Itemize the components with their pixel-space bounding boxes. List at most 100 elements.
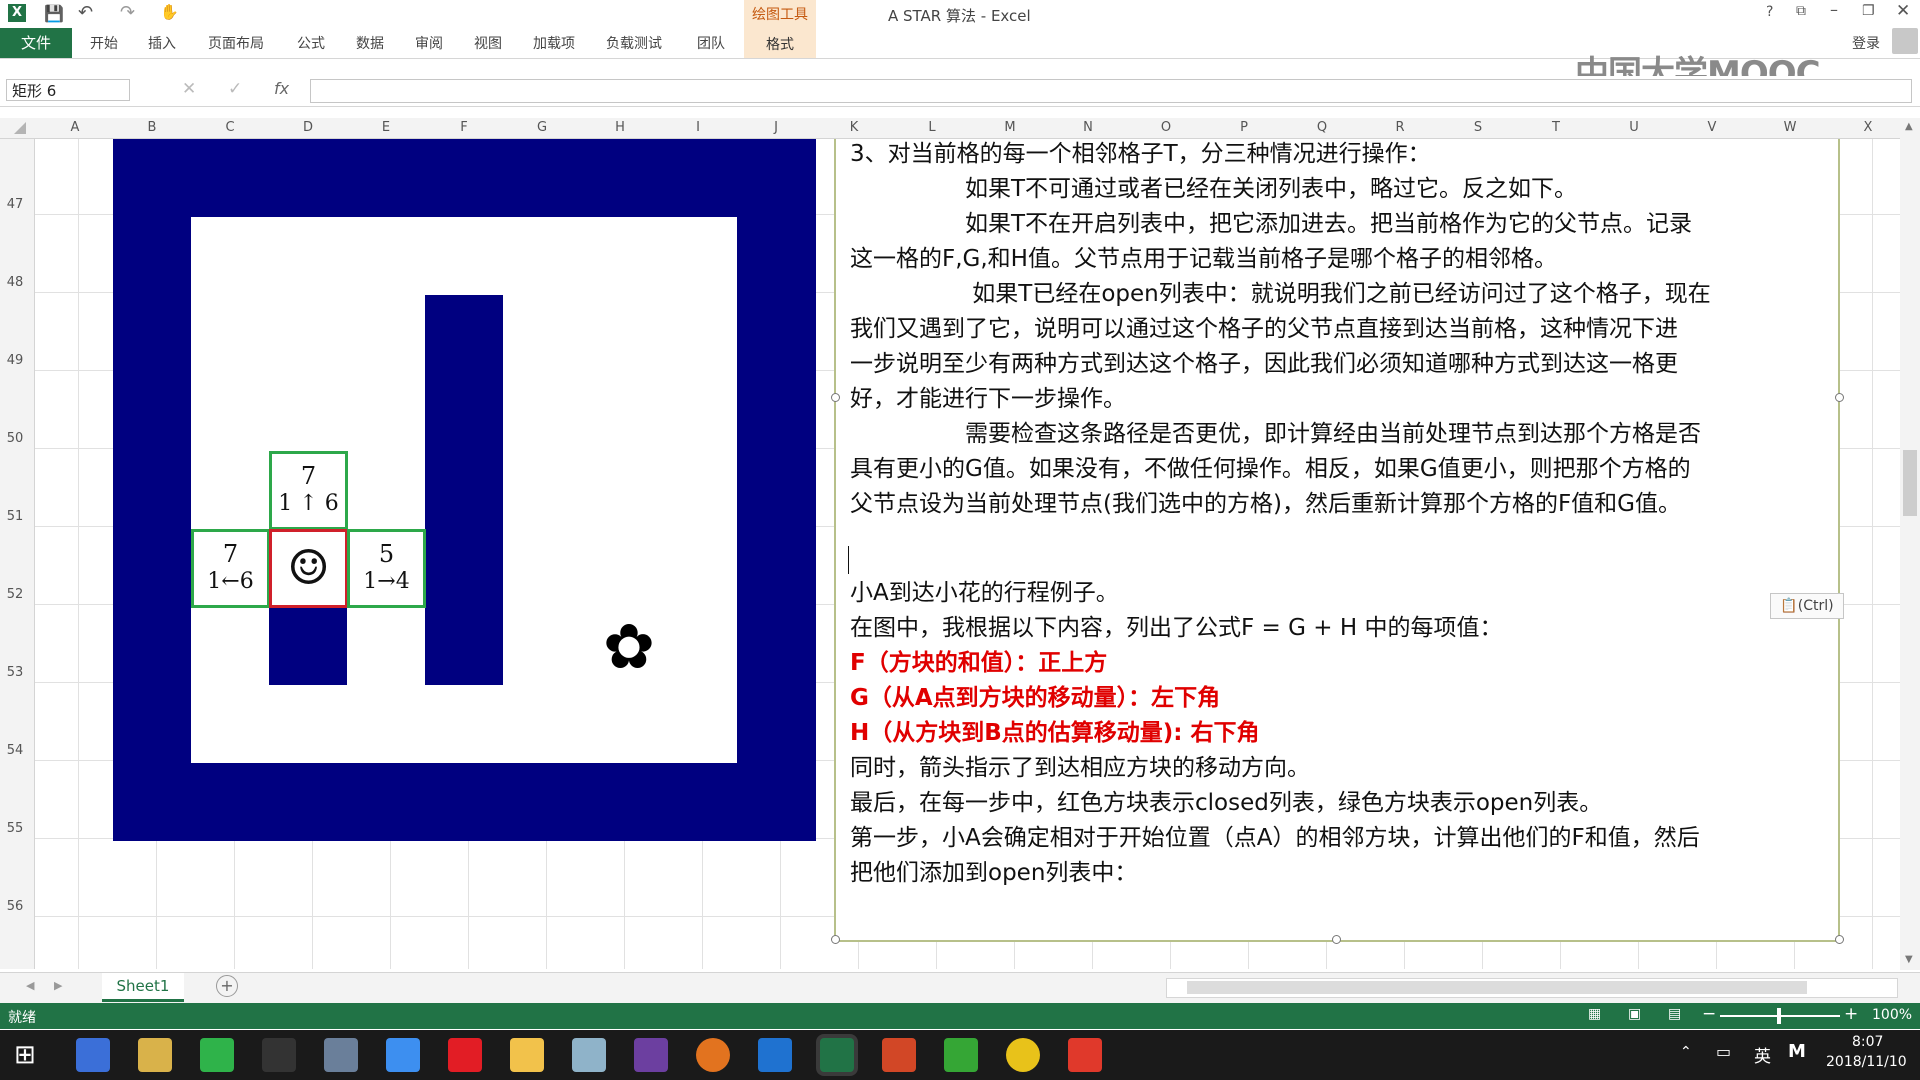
add-sheet-icon[interactable]: + — [216, 975, 238, 997]
row-header-49[interactable]: 49 — [0, 353, 30, 368]
app-icon-red[interactable] — [1068, 1038, 1102, 1072]
formula-input[interactable] — [310, 79, 1912, 103]
select-all-corner[interactable] — [14, 122, 26, 134]
page-break-view-icon[interactable]: ▤ — [1668, 1006, 1681, 1022]
cancel-icon[interactable]: ✕ — [182, 79, 196, 99]
column-header-n[interactable]: N — [1049, 120, 1127, 135]
tab-data[interactable]: 数据 — [356, 33, 384, 53]
tab-page-layout[interactable]: 页面布局 — [208, 33, 264, 53]
column-header-f[interactable]: F — [425, 120, 503, 135]
column-header-b[interactable]: B — [113, 120, 191, 135]
row-header-52[interactable]: 52 — [0, 587, 30, 602]
user-avatar-icon[interactable] — [1892, 28, 1918, 54]
column-header-o[interactable]: O — [1127, 120, 1205, 135]
close-icon[interactable]: ✕ — [1896, 1, 1910, 21]
column-header-h[interactable]: H — [581, 120, 659, 135]
column-header-m[interactable]: M — [971, 120, 1049, 135]
zoom-in-icon[interactable]: + — [1844, 1004, 1858, 1024]
file-explorer-icon[interactable] — [510, 1038, 544, 1072]
qq-icon[interactable] — [262, 1038, 296, 1072]
wechat-icon[interactable] — [200, 1038, 234, 1072]
column-header-e[interactable]: E — [347, 120, 425, 135]
paste-options-button[interactable]: 📋(Ctrl) — [1770, 593, 1844, 619]
login-link[interactable]: 登录 — [1852, 33, 1880, 53]
open-cell-top[interactable]: 7 1 ↑ 6 — [269, 451, 348, 530]
page-layout-view-icon[interactable]: ▣ — [1628, 1006, 1641, 1022]
clock-date[interactable]: 2018/11/10 — [1826, 1054, 1907, 1070]
column-header-j[interactable]: J — [737, 120, 815, 135]
notification-icon[interactable]: ▭ — [1716, 1042, 1731, 1061]
normal-view-icon[interactable]: ▦ — [1588, 1006, 1601, 1022]
insert-function-icon[interactable]: fx — [274, 79, 289, 98]
ime-mode-icon[interactable]: M — [1788, 1041, 1806, 1062]
vertical-scroll-thumb[interactable] — [1903, 450, 1917, 516]
tab-insert[interactable]: 插入 — [148, 33, 176, 53]
enter-icon[interactable]: ✓ — [228, 79, 242, 99]
ribbon-display-icon[interactable]: ⧉ — [1796, 3, 1806, 19]
tab-team[interactable]: 团队 — [697, 33, 725, 53]
redo-icon[interactable]: ↷ — [120, 2, 135, 23]
column-header-q[interactable]: Q — [1283, 120, 1361, 135]
touch-mode-icon[interactable]: ✋ — [160, 3, 179, 21]
help-icon[interactable]: ? — [1766, 4, 1773, 20]
column-header-x[interactable]: X — [1829, 120, 1907, 135]
camtasia-icon[interactable] — [944, 1038, 978, 1072]
column-header-d[interactable]: D — [269, 120, 347, 135]
column-header-k[interactable]: K — [815, 120, 893, 135]
ime-indicator[interactable]: 英 — [1754, 1042, 1771, 1067]
horizontal-scrollbar[interactable] — [1166, 978, 1898, 998]
resize-handle[interactable] — [1835, 393, 1844, 402]
column-header-r[interactable]: R — [1361, 120, 1439, 135]
row-header-54[interactable]: 54 — [0, 743, 30, 758]
row-header-48[interactable]: 48 — [0, 275, 30, 290]
tab-load-test[interactable]: 负载测试 — [606, 33, 662, 53]
resize-handle[interactable] — [831, 393, 840, 402]
resize-handle[interactable] — [831, 935, 840, 944]
resize-handle[interactable] — [1332, 935, 1341, 944]
firefox-icon[interactable] — [696, 1038, 730, 1072]
scroll-down-icon[interactable]: ▼ — [1905, 954, 1913, 965]
open-cell-left[interactable]: 7 1←6 — [191, 529, 270, 608]
row-header-53[interactable]: 53 — [0, 665, 30, 680]
app-icon-blue[interactable] — [386, 1038, 420, 1072]
visual-studio-icon[interactable] — [634, 1038, 668, 1072]
app-icon-tool[interactable] — [138, 1038, 172, 1072]
resize-handle[interactable] — [1835, 935, 1844, 944]
column-header-c[interactable]: C — [191, 120, 269, 135]
minimize-icon[interactable]: – — [1830, 0, 1838, 19]
tab-format[interactable]: 格式 — [744, 34, 816, 54]
tab-view[interactable]: 视图 — [474, 33, 502, 53]
row-header-47[interactable]: 47 — [0, 197, 30, 212]
row-header-51[interactable]: 51 — [0, 509, 30, 524]
zoom-out-icon[interactable]: − — [1702, 1004, 1716, 1024]
next-sheet-icon[interactable]: ▶ — [54, 979, 62, 992]
zoom-level[interactable]: 100% — [1872, 1007, 1912, 1023]
app-icon-files[interactable] — [324, 1038, 358, 1072]
undo-icon[interactable]: ↶ — [78, 2, 93, 23]
tray-chevron-icon[interactable]: ⌃ — [1680, 1044, 1692, 1060]
horizontal-scroll-thumb[interactable] — [1187, 981, 1807, 994]
powerpoint-icon[interactable] — [882, 1038, 916, 1072]
restore-icon[interactable]: ❐ — [1862, 3, 1875, 19]
column-header-u[interactable]: U — [1595, 120, 1673, 135]
windows-start-icon[interactable]: ⊞ — [14, 1040, 36, 1070]
row-header-50[interactable]: 50 — [0, 431, 30, 446]
excel-taskbar-icon[interactable] — [820, 1038, 854, 1072]
tab-formulas[interactable]: 公式 — [297, 33, 325, 53]
row-header-56[interactable]: 56 — [0, 899, 30, 914]
column-header-w[interactable]: W — [1751, 120, 1829, 135]
tab-file[interactable]: 文件 — [0, 28, 72, 58]
column-header-i[interactable]: I — [659, 120, 737, 135]
clock-time[interactable]: 8:07 — [1852, 1034, 1883, 1050]
edge-icon[interactable] — [758, 1038, 792, 1072]
name-box[interactable]: 矩形 6 — [6, 79, 130, 101]
youdao-icon[interactable] — [448, 1038, 482, 1072]
app-icon-stack[interactable] — [572, 1038, 606, 1072]
zoom-slider[interactable] — [1720, 1008, 1840, 1024]
sheet-tab-sheet1[interactable]: Sheet1 — [102, 973, 184, 1002]
column-header-a[interactable]: A — [36, 120, 114, 135]
tab-addins[interactable]: 加载项 — [533, 33, 575, 53]
app-icon-plus[interactable] — [1006, 1038, 1040, 1072]
open-cell-right[interactable]: 5 1→4 — [347, 529, 426, 608]
app-icon-photos[interactable] — [76, 1038, 110, 1072]
